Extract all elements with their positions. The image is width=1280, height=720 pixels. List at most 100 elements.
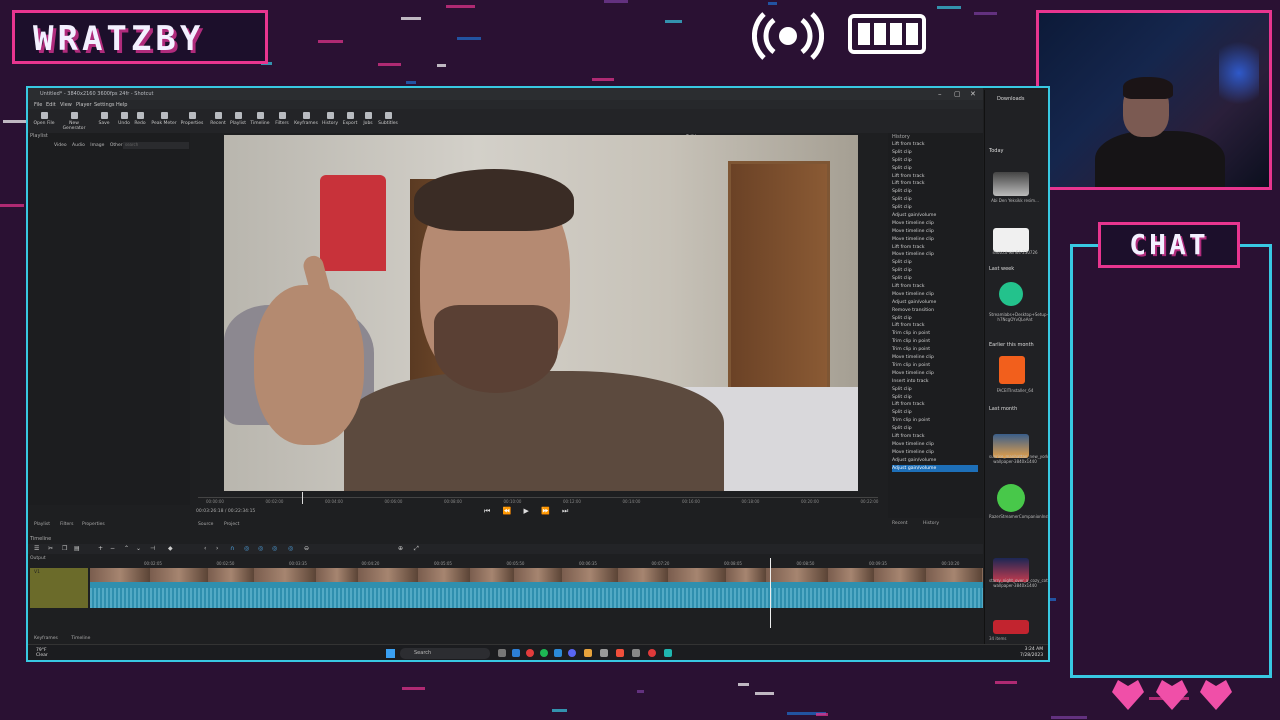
timeline-clip[interactable]	[358, 568, 419, 582]
file-thumbnail[interactable]	[993, 228, 1029, 252]
timeline-clip[interactable]	[254, 568, 317, 582]
chrome-icon[interactable]	[526, 649, 534, 657]
timeline-clip[interactable]	[562, 568, 619, 582]
tab-source[interactable]: Source	[198, 522, 213, 527]
menu-settings[interactable]: Settings	[94, 102, 115, 108]
previous-marker-icon[interactable]: ‹	[204, 545, 206, 552]
edge-icon[interactable]	[512, 649, 520, 657]
current-timecode[interactable]: 00:03:26:18 / 00:22:34:15	[196, 509, 255, 514]
file-thumbnail[interactable]	[993, 620, 1029, 634]
next-marker-icon[interactable]: ›	[216, 545, 218, 552]
discord-icon[interactable]	[568, 649, 576, 657]
marker-icon[interactable]: ◆	[168, 545, 173, 552]
task-view-icon[interactable]	[498, 649, 506, 657]
subtitles-button[interactable]: Subtitles	[374, 112, 402, 126]
ripple-icon[interactable]: ◎	[258, 545, 263, 552]
history-item[interactable]: Insert into track	[892, 378, 978, 386]
snap-icon[interactable]: ∩	[230, 545, 234, 552]
menu-help[interactable]: Help	[116, 102, 127, 108]
history-item[interactable]: Move timeline clip	[892, 354, 978, 362]
properties-button[interactable]: Properties	[178, 112, 206, 126]
track-header[interactable]: V1	[30, 568, 88, 608]
tab-audio[interactable]: Audio	[72, 143, 85, 148]
history-item[interactable]: Adjust gain/volume	[892, 299, 978, 307]
open-file-button[interactable]: Open File	[30, 112, 58, 126]
obs-icon[interactable]	[648, 649, 656, 657]
settings-icon[interactable]	[632, 649, 640, 657]
tab-keyframes[interactable]: Keyframes	[34, 636, 58, 641]
tab-playlist[interactable]: Playlist	[34, 522, 50, 527]
history-item[interactable]: Split clip	[892, 425, 978, 433]
history-item[interactable]: Trim clip in point	[892, 346, 978, 354]
history-item[interactable]: Remove transition	[892, 307, 978, 315]
timeline-clip[interactable]	[150, 568, 209, 582]
timeline-clip[interactable]	[514, 568, 563, 582]
tab-video[interactable]: Video	[54, 143, 67, 148]
taskbar-search[interactable]: Search	[400, 648, 490, 659]
history-item[interactable]: Lift from track	[892, 180, 978, 188]
timeline-clip[interactable]	[926, 568, 983, 582]
tab-timeline[interactable]: Timeline	[71, 636, 90, 641]
weather-widget[interactable]: 79°F Clear	[36, 648, 48, 658]
timeline-clip[interactable]	[208, 568, 255, 582]
history-item[interactable]: Move timeline clip	[892, 291, 978, 299]
history-item[interactable]: Move timeline clip	[892, 441, 978, 449]
menu-file[interactable]: File	[34, 102, 42, 108]
file-name[interactable]: starry_night_over_a_cozy_cottage-wallpap…	[989, 578, 1048, 588]
app-icon[interactable]	[616, 649, 624, 657]
tab-image[interactable]: Image	[90, 143, 104, 148]
timeline-clip[interactable]	[668, 568, 727, 582]
tab-properties[interactable]: Properties	[82, 522, 105, 527]
tab-project[interactable]: Project	[224, 522, 239, 527]
file-name[interactable]: Streamlabs+Desktop+Setup+1.13.3-h7NcgOYv…	[989, 312, 1048, 322]
scrub-icon[interactable]: ◎	[244, 545, 249, 552]
history-item[interactable]: Split clip	[892, 315, 978, 323]
timeline-clip[interactable]	[316, 568, 359, 582]
video-preview[interactable]	[224, 135, 858, 491]
zoom-in-icon[interactable]: ⊕	[398, 545, 403, 552]
overwrite-icon[interactable]: ⌄	[136, 545, 141, 552]
file-name[interactable]: sunrise_manhattan_new_york_city-wallpape…	[989, 454, 1048, 464]
history-item[interactable]: Move timeline clip	[892, 236, 978, 244]
history-item[interactable]: Lift from track	[892, 322, 978, 330]
file-name[interactable]: RazerStreamerCompanionInstaller	[989, 514, 1048, 519]
history-item[interactable]: Adjust gain/volume	[892, 457, 978, 465]
menu-edit[interactable]: Edit	[46, 102, 56, 108]
maximize-icon[interactable]: ▢	[954, 88, 961, 100]
close-icon[interactable]: ✕	[970, 88, 976, 100]
history-item[interactable]: Split clip	[892, 188, 978, 196]
menu-icon[interactable]: ☰	[34, 545, 39, 552]
history-item[interactable]: Split clip	[892, 275, 978, 283]
timeline-clip[interactable]	[874, 568, 927, 582]
tab-filters[interactable]: Filters	[60, 522, 74, 527]
copy-icon[interactable]: ❐	[62, 545, 67, 552]
file-name[interactable]: shotcut-win64-230726	[989, 250, 1041, 255]
history-item[interactable]: Split clip	[892, 149, 978, 157]
playlist-search-input[interactable]: search	[123, 142, 189, 149]
timeline-clip[interactable]	[90, 568, 151, 582]
history-item[interactable]: Lift from track	[892, 283, 978, 291]
history-item[interactable]: Lift from track	[892, 173, 978, 181]
ripple-all-icon[interactable]: ◎	[272, 545, 277, 552]
shotcut-icon[interactable]	[664, 649, 672, 657]
player-playhead[interactable]	[302, 492, 303, 504]
windows-start-icon[interactable]	[386, 649, 395, 658]
file-thumbnail[interactable]	[993, 172, 1029, 196]
history-item[interactable]: Split clip	[892, 165, 978, 173]
timeline-clip[interactable]	[470, 568, 515, 582]
history-item[interactable]: Lift from track	[892, 433, 978, 441]
history-item[interactable]: Move timeline clip	[892, 220, 978, 228]
menu-player[interactable]: Player	[76, 102, 92, 108]
timeline-clip[interactable]	[726, 568, 767, 582]
history-item[interactable]: Split clip	[892, 394, 978, 402]
player-scrubber[interactable]: 00:00:00 00:02:00 00:04:00 00:06:00 00:08:00…	[198, 497, 878, 506]
zoom-fit-icon[interactable]: ⤢	[414, 545, 419, 553]
history-item[interactable]: Move timeline clip	[892, 449, 978, 457]
minimize-icon[interactable]: –	[938, 88, 942, 100]
timeline-playhead[interactable]	[770, 558, 771, 628]
streamlabs-icon[interactable]	[999, 282, 1023, 306]
timeline-clip[interactable]	[418, 568, 471, 582]
history-item[interactable]: Adjust gain/volume	[892, 212, 978, 220]
app-icon[interactable]	[600, 649, 608, 657]
lift-icon[interactable]: ⌃	[124, 545, 129, 552]
